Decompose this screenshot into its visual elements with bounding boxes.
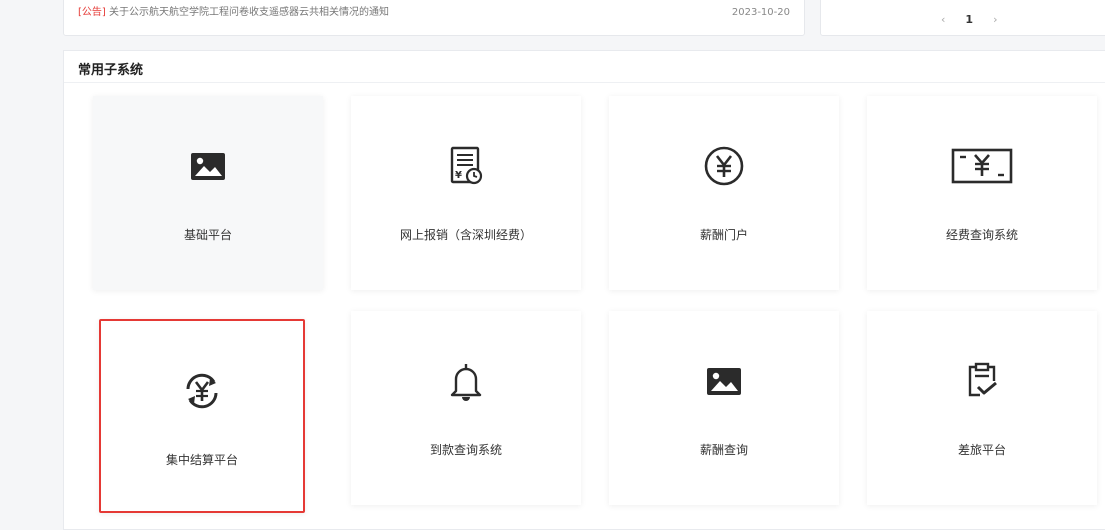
tile-label: 差旅平台 (957, 443, 1006, 457)
notice-title[interactable]: 关于公示航天航空学院工程问卷收支遥感器云共相关情况的通知 (109, 7, 389, 18)
panel-header: 常用子系统 (64, 51, 1105, 83)
tile-travel-platform[interactable]: 差旅平台 (867, 311, 1097, 505)
tile-salary-portal[interactable]: 薪酬门户 (609, 96, 839, 290)
notice-date: 2023-10-20 (731, 7, 790, 18)
image-icon (186, 144, 230, 188)
yuan-refresh-icon (180, 369, 224, 413)
tile-salary-query[interactable]: 薪酬查询 (609, 311, 839, 505)
tile-label: 薪酬查询 (699, 443, 748, 457)
svg-text:¥: ¥ (455, 170, 462, 181)
common-subsystems-panel: 常用子系统 基础平台 ¥ 网上报销（含深圳经费） 薪酬门户 经费查询系统 集中结… (63, 50, 1105, 530)
tile-funding-query[interactable]: 经费查询系统 (867, 96, 1097, 290)
tile-label: 基础平台 (183, 228, 232, 242)
yuan-circle-icon (702, 144, 746, 188)
tile-label: 集中结算平台 (165, 453, 238, 467)
notice-item[interactable]: [公告] 关于公示航天航空学院工程问卷收支遥感器云共相关情况的通知 2023-1… (78, 5, 790, 21)
pager-card: ‹ 1 › (820, 0, 1105, 36)
notice-card: [公告] 关于公示航天航空学院工程问卷收支遥感器云共相关情况的通知 2023-1… (63, 0, 805, 36)
tile-payment-query[interactable]: 到款查询系统 (351, 311, 581, 505)
panel-title: 常用子系统 (78, 63, 144, 78)
tile-online-reimbursement[interactable]: ¥ 网上报销（含深圳经费） (351, 96, 581, 290)
receipt-icon: ¥ (444, 144, 488, 188)
tile-label: 到款查询系统 (429, 443, 502, 457)
tile-label: 薪酬门户 (699, 228, 748, 242)
image-icon (702, 359, 746, 403)
clipboard-check-icon (960, 359, 1004, 403)
page-number[interactable]: 1 (965, 13, 973, 26)
notice-tag: [公告] (78, 7, 106, 18)
pagination: ‹ 1 › (941, 13, 997, 26)
tile-label: 经费查询系统 (945, 228, 1018, 242)
prev-page-icon[interactable]: ‹ (941, 13, 945, 26)
tile-central-settlement[interactable]: 集中结算平台 (99, 319, 305, 513)
tile-basic-platform[interactable]: 基础平台 (93, 96, 323, 290)
tile-label: 网上报销（含深圳经费） (399, 228, 532, 242)
bell-icon (444, 359, 488, 403)
yuan-screen-icon (950, 144, 1014, 188)
next-page-icon[interactable]: › (993, 13, 997, 26)
